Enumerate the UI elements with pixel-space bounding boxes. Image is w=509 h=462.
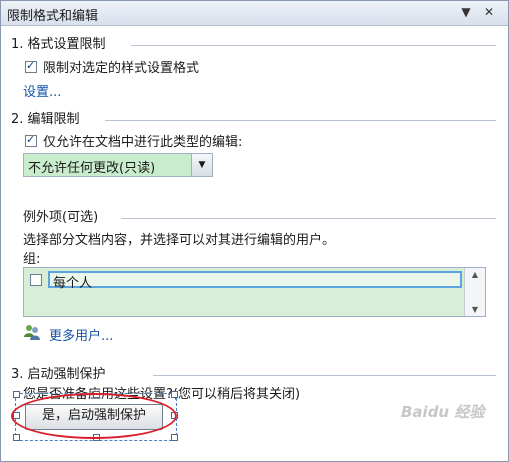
everyone-checkbox[interactable] — [30, 274, 42, 286]
editing-type-select[interactable]: 不允许任何更改(只读) ▼ — [23, 153, 213, 177]
pane-close-icon[interactable]: ✕ — [481, 4, 497, 20]
resize-handle — [171, 391, 178, 398]
restrict-formatting-checkbox[interactable] — [25, 59, 37, 73]
section3-divider — [153, 375, 496, 376]
pane-title: 限制格式和编辑 — [7, 9, 99, 24]
section-editing-heading: 2. 编辑限制 — [11, 112, 80, 127]
everyone-label: 每个人 — [53, 276, 93, 291]
scroll-up-icon[interactable]: ▲ — [465, 270, 485, 279]
exceptions-divider — [121, 218, 496, 219]
resize-handle — [171, 412, 178, 419]
users-icon — [24, 325, 40, 340]
resize-handle — [93, 434, 100, 441]
restrict-formatting-pane: 限制格式和编辑 ▼ ✕ 1. 格式设置限制 限制对选定的样式设置格式 设置...… — [0, 0, 509, 462]
start-enforcing-protection-button[interactable]: 是，启动强制保护 — [25, 404, 163, 430]
exceptions-description: 选择部分文档内容，并选择可以对其进行编辑的用户。 — [23, 233, 336, 248]
allow-editing-type-label: 仅允许在文档中进行此类型的编辑: — [43, 135, 243, 150]
section2-divider — [105, 120, 496, 121]
pane-titlebar: 限制格式和编辑 ▼ ✕ — [1, 1, 508, 26]
groups-listbox[interactable]: 每个人 ▲ ▼ — [23, 267, 486, 317]
resize-handle — [13, 412, 20, 419]
everyone-item[interactable]: 每个人 — [48, 271, 462, 291]
section-formatting-heading: 1. 格式设置限制 — [11, 37, 106, 52]
more-users-link[interactable]: 更多用户... — [49, 325, 113, 344]
resize-handle — [93, 391, 100, 398]
group-label: 组: — [23, 252, 41, 267]
scroll-down-icon[interactable]: ▼ — [465, 305, 485, 314]
chevron-down-icon[interactable]: ▼ — [191, 154, 212, 176]
list-item[interactable]: 每个人 — [28, 271, 462, 291]
exceptions-heading: 例外项(可选) — [23, 210, 99, 225]
formatting-settings-link[interactable]: 设置... — [23, 81, 61, 100]
resize-handle — [13, 434, 20, 441]
resize-handle — [171, 434, 178, 441]
section-enforce-heading: 3. 启动强制保护 — [11, 367, 106, 382]
editing-type-value: 不允许任何更改(只读) — [28, 161, 156, 176]
pane-options-dropdown-icon[interactable]: ▼ — [458, 4, 474, 20]
restrict-formatting-label: 限制对选定的样式设置格式 — [43, 61, 200, 76]
listbox-scrollbar[interactable]: ▲ ▼ — [464, 268, 485, 316]
watermark: Baidu 经验 — [401, 403, 485, 421]
section1-divider — [131, 45, 496, 46]
resize-handle — [13, 391, 20, 398]
allow-editing-type-checkbox[interactable] — [25, 133, 37, 147]
